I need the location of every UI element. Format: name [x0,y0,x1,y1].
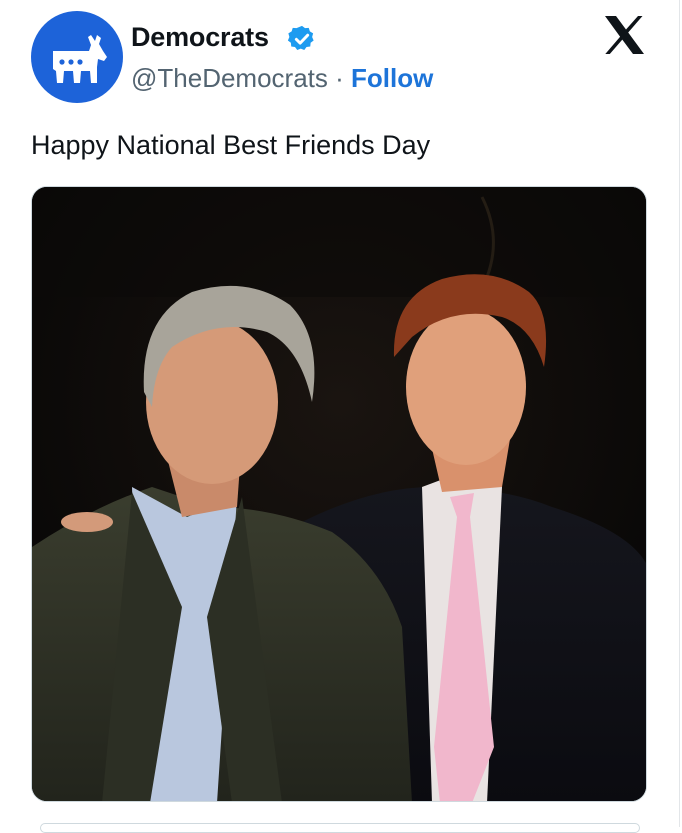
x-logo-icon[interactable] [603,15,645,55]
donkey-logo-icon [53,35,107,83]
tweet-text: Happy National Best Friends Day [31,130,431,160]
verified-badge-icon [287,25,314,50]
profile-avatar[interactable] [31,11,123,103]
separator-dot: · [335,63,344,93]
tweet-photo[interactable] [31,186,647,802]
handle-row: @TheDemocrats · Follow [131,62,433,94]
handle[interactable]: @TheDemocrats [131,63,328,93]
tweet-embed-card: Democrats @TheDemocrats · Follow Happy N… [0,0,680,833]
next-card-edge [40,823,640,833]
follow-button[interactable]: Follow [351,63,433,93]
display-name[interactable]: Democrats [131,20,269,54]
photo-two-men-illustration [32,187,646,801]
